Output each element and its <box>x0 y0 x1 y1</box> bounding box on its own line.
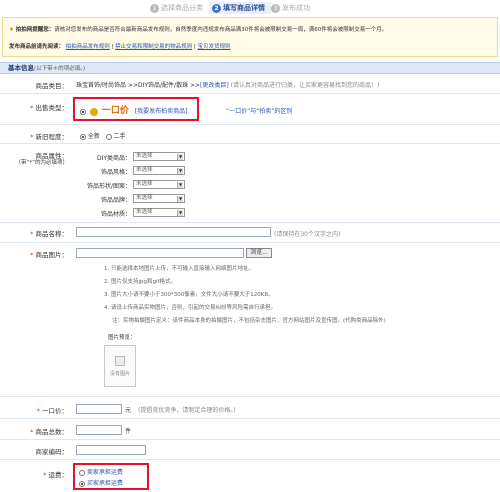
divider <box>0 418 500 419</box>
chevron-down-icon: ▼ <box>177 182 183 188</box>
price-label: * 一口价： <box>36 407 68 415</box>
attr-select-diy[interactable]: 未选择 ▼ <box>133 152 185 161</box>
step-fill-details: 2 填写商品详情 <box>209 2 271 14</box>
step-label: 发布成功 <box>282 4 310 12</box>
chevron-down-icon: ▼ <box>177 210 183 216</box>
image-note: 注：实物拍摄图片定义：该件商品本身的拍摄图片，不包括杂志图片、官方网站图片及宣传… <box>112 318 386 324</box>
sale-type-options: 一口价 [我要发布拍卖商品] <box>80 103 187 116</box>
attr-label-diy: DIY类商品： <box>96 155 131 162</box>
notice-read-title: 发布商品前请先阅读： <box>9 44 65 50</box>
image-icon <box>115 356 125 366</box>
notice-row-2: 发布商品前请先阅读： 拍拍商品发布规则 | 禁止交易和限制交易的物品规则 | 宝… <box>9 44 231 50</box>
image-preview: 没有图片 <box>104 345 136 387</box>
coin-icon <box>89 107 98 116</box>
section-title: 基本信息 <box>8 64 34 72</box>
divider <box>0 242 500 243</box>
quantity-input[interactable] <box>76 425 122 435</box>
price-vs-auction-link[interactable]: “一口价”与“拍卖”的区别 <box>226 106 292 115</box>
progress-steps: 1 选择商品分类 2 填写商品详情 3 发布成功 <box>150 2 316 14</box>
step-select-category: 1 选择商品分类 <box>150 2 209 14</box>
rule-link-publish[interactable]: 拍拍商品发布规则 <box>66 44 110 50</box>
condition-used-label: 二手 <box>113 133 126 140</box>
condition-used-radio[interactable] <box>105 133 112 140</box>
buyer-pays-label: 买家承担运费 <box>86 480 123 487</box>
attr-label-brand: 饰品品牌： <box>100 197 131 204</box>
notice-title: 拍拍网提醒您： <box>15 27 55 33</box>
divider <box>0 93 500 94</box>
step-label: 填写商品详情 <box>223 4 265 12</box>
name-label: * 商品名称： <box>30 230 68 238</box>
attr-select-brand[interactable]: 未选择 ▼ <box>133 194 185 203</box>
condition-options: 全新 二手 <box>80 131 126 140</box>
image-note: 3. 图片大小请不要小于300*300像素，文件大小请不要大于120KB。 <box>104 292 274 298</box>
condition-new-radio[interactable] <box>80 133 86 140</box>
auction-link[interactable]: [我要发布拍卖商品] <box>135 108 188 115</box>
browse-button[interactable]: 浏览... <box>246 248 272 258</box>
shipping-option-seller: 卖家承担运费 <box>79 467 123 476</box>
image-note: 2. 图片仅支持jpg和gif格式。 <box>104 279 176 285</box>
sale-type-label: * 出售类型： <box>30 104 68 112</box>
code-label: 商家编码： <box>35 448 69 456</box>
category-value: 珠宝首饰/时尚饰品 >>DIY饰品/配件/散珠 >>[更改类目] (请认真对商品… <box>76 80 379 89</box>
notice-text: 请核对您发布的商品是否符合最新商品发布规则，自然季度内违规发布商品满30件将会被… <box>54 27 388 33</box>
attr-label-material: 饰品材质： <box>100 211 131 218</box>
divider <box>0 124 500 125</box>
shipping-label: * 运费： <box>43 471 68 479</box>
category-hint: (请认真对商品进行归类，让买家更容易找到您的商品！) <box>230 82 380 89</box>
attr-label-shape: 饰品形状/图案： <box>86 183 131 190</box>
divider <box>0 396 500 397</box>
chevron-down-icon: ▼ <box>177 196 183 202</box>
condition-label: * 新旧程度： <box>30 133 68 141</box>
image-label: * 商品图片： <box>30 251 68 259</box>
price-hint: (提倡竞优竞争，请制定合理的价格。) <box>138 407 236 414</box>
attrs-sublabel: （带“*”的为必填项） <box>15 160 68 166</box>
attr-select-style[interactable]: 未选择 ▼ <box>133 166 185 175</box>
chevron-down-icon: ▼ <box>177 168 183 174</box>
product-name-input[interactable] <box>76 227 271 237</box>
category-path: 珠宝首饰/时尚饰品 >>DIY饰品/配件/散珠 >> <box>76 82 201 89</box>
price-input[interactable] <box>76 404 122 414</box>
chevron-down-icon: ▼ <box>177 154 183 160</box>
divider <box>0 439 500 440</box>
rule-link-prohibited[interactable]: 禁止交易和限制交易的物品规则 <box>115 44 192 50</box>
step-publish-success: 3 发布成功 <box>271 2 316 14</box>
price-unit: 元 <box>125 407 132 414</box>
step-number: 2 <box>212 3 221 13</box>
image-note: 4. 请设上传商品实物图片，否则，引起的交易纠纷等风险需自行承担。 <box>104 305 276 311</box>
rule-link-shipping[interactable]: 宝贝发货规则 <box>198 44 231 50</box>
no-image-text: 没有图片 <box>109 371 130 377</box>
step-number: 1 <box>150 3 159 13</box>
divider <box>0 222 500 223</box>
notice-row-1: ♦ 拍拍网提醒您：请核对您发布的商品是否符合最新商品发布规则，自然季度内违规发布… <box>9 25 387 33</box>
change-category-link[interactable]: [更改类目] <box>200 82 229 89</box>
seller-pays-label: 卖家承担运费 <box>86 469 123 476</box>
category-label: 商品类目： <box>35 82 69 90</box>
step-number: 3 <box>271 3 280 13</box>
section-hint: (以下带＊的项必填。) <box>34 66 86 72</box>
buyer-pays-radio[interactable] <box>79 480 85 487</box>
divider <box>0 143 500 144</box>
bell-icon: ♦ <box>9 27 14 33</box>
quantity-label: * 商品总数： <box>30 428 68 436</box>
fixed-price-label: 一口价 <box>101 106 129 116</box>
attr-select-material[interactable]: 未选择 ▼ <box>133 208 185 217</box>
divider <box>0 459 500 460</box>
seller-pays-radio[interactable] <box>79 469 85 476</box>
image-file-input[interactable] <box>76 248 244 258</box>
step-label: 选择商品分类 <box>161 4 203 12</box>
condition-new-label: 全新 <box>87 133 100 140</box>
reminder-notice: ♦ 拍拍网提醒您：请核对您发布的商品是否符合最新商品发布规则，自然季度内违规发布… <box>2 17 498 57</box>
section-basic-info: 基本信息(以下带＊的项必填。) <box>0 62 500 74</box>
name-hint: (请保持在30个汉字之内) <box>274 231 341 238</box>
fixed-price-radio[interactable] <box>80 108 86 115</box>
preview-label: 图片预览： <box>108 335 136 341</box>
attr-label-style: 饰品风格： <box>100 169 131 176</box>
shipping-option-buyer: 买家承担运费 <box>79 478 123 487</box>
image-note: 1. 只能选择本地图片上传，不可输入直接输入网络图片地址。 <box>104 266 254 272</box>
quantity-unit: 件 <box>125 428 132 435</box>
attr-select-shape[interactable]: 未选择 ▼ <box>133 180 185 189</box>
merchant-code-input[interactable] <box>76 445 146 455</box>
